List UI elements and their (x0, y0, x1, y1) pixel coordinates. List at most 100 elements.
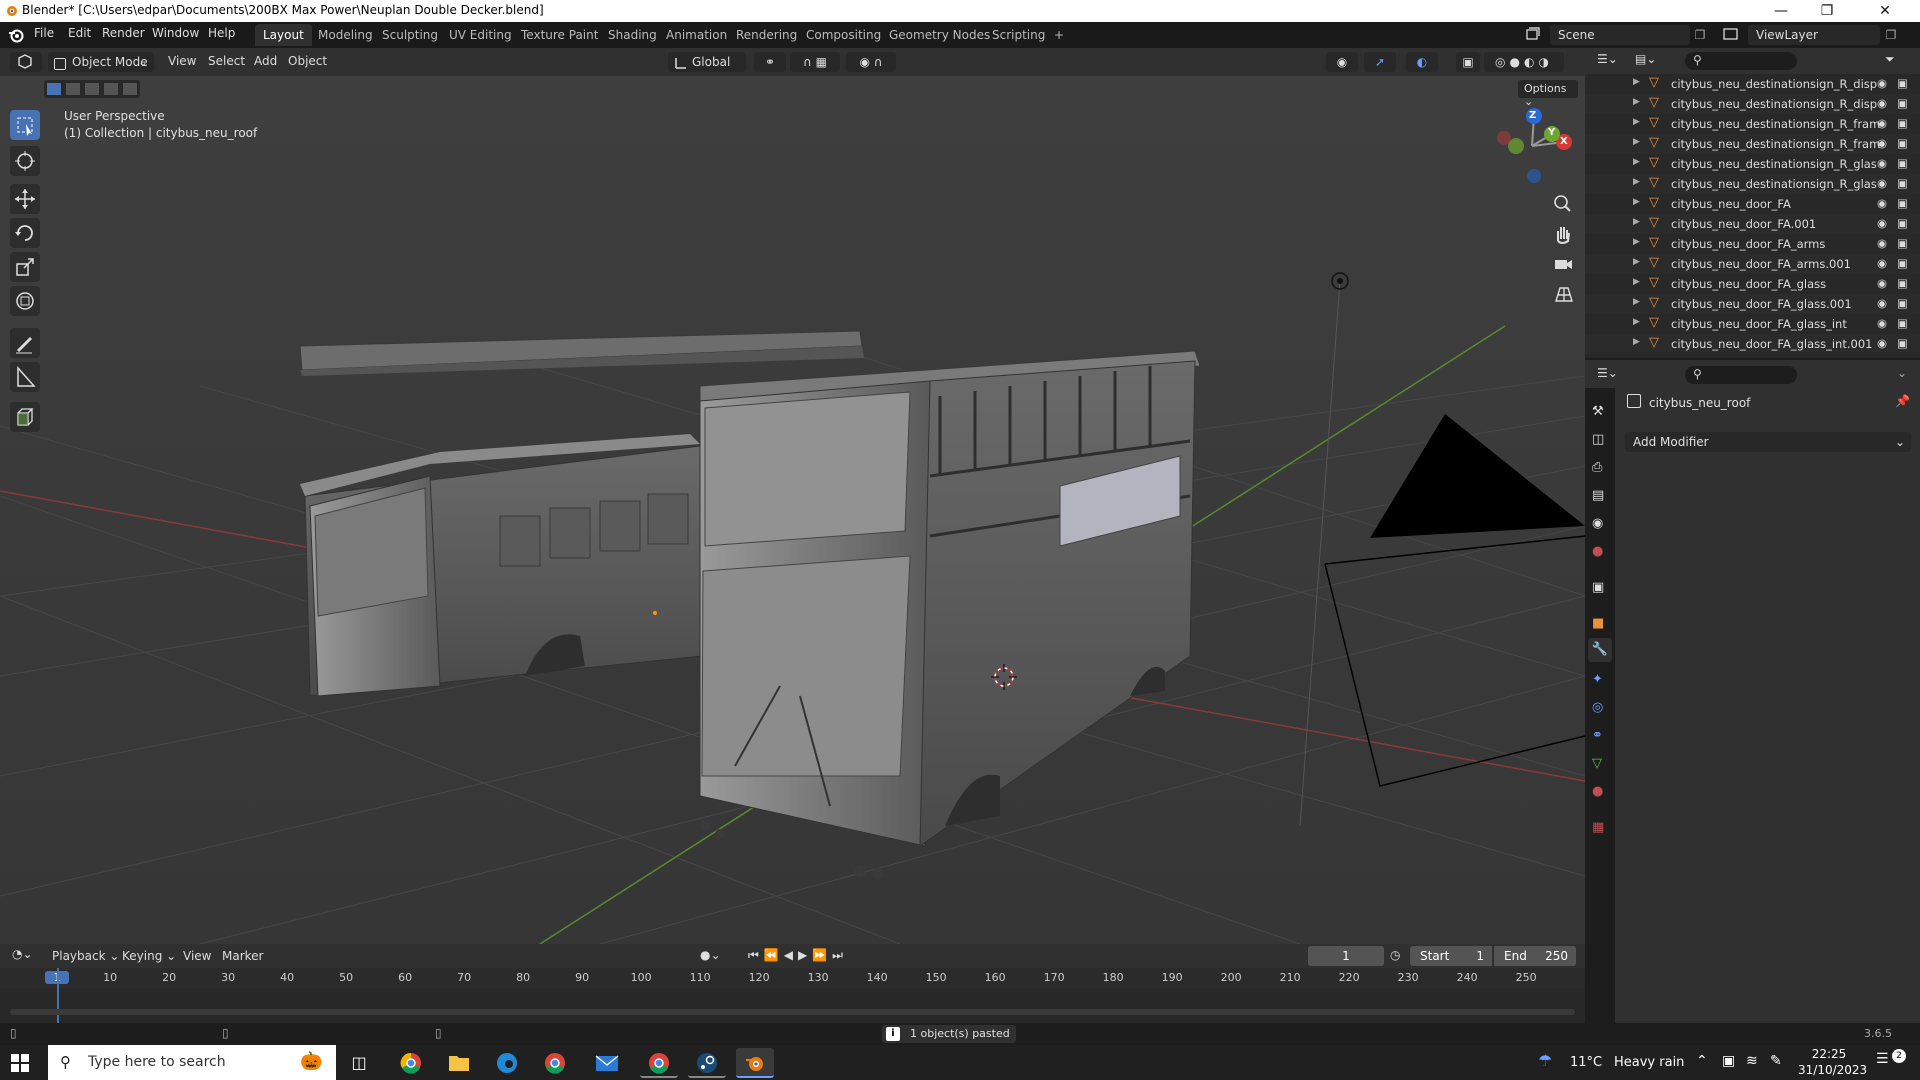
expand-arrow-icon[interactable]: ▶ (1633, 97, 1640, 107)
visibility-eye-icon[interactable]: ◉ (1877, 76, 1887, 90)
xray-icon[interactable]: ▣ (1456, 52, 1480, 72)
outliner-row[interactable]: ▶ ▽ citybus_neu_door_FA_glass ◉ ▣ (1585, 274, 1920, 294)
end-frame-field[interactable]: End 250 (1494, 946, 1576, 966)
filter-icon[interactable]: ⏷ (1885, 52, 1895, 67)
current-frame-field[interactable]: 1 (1308, 946, 1384, 966)
scene-tab-icon[interactable]: ◉ (1592, 516, 1608, 532)
task-view-icon[interactable]: ◫ (340, 1048, 378, 1078)
tab-modeling[interactable]: Modeling (310, 24, 381, 46)
render-tab-icon[interactable]: ◫ (1592, 432, 1608, 448)
outliner-row[interactable]: ▶ ▽ citybus_neu_door_FA.001 ◉ ▣ (1585, 214, 1920, 234)
menu-render[interactable]: Render (102, 26, 145, 40)
start-frame-field[interactable]: Start 1 (1410, 946, 1492, 966)
tool-tab-icon[interactable]: ⚒ (1592, 404, 1608, 420)
menu-edit[interactable]: Edit (68, 26, 91, 40)
render-camera-icon[interactable]: ▣ (1897, 276, 1908, 290)
tab-rendering[interactable]: Rendering (728, 24, 805, 46)
edge-icon[interactable] (488, 1048, 526, 1078)
tab-uv-editing[interactable]: UV Editing (441, 24, 520, 46)
new-scene-icon[interactable]: ❐ (1690, 25, 1710, 45)
wifi-icon[interactable]: ≋ (1746, 1053, 1758, 1069)
add-cube-tool[interactable] (10, 402, 40, 432)
properties-search-input[interactable]: ⚲ (1685, 366, 1797, 384)
playback-controls[interactable]: ⏮⏪◀▶⏩⏭ (748, 948, 848, 963)
render-camera-icon[interactable]: ▣ (1897, 296, 1908, 310)
chevron-up-icon[interactable]: ⌃ (1696, 1053, 1708, 1069)
blender-menu-icon[interactable] (8, 27, 24, 43)
overlays-icon[interactable]: ◐ (1406, 52, 1438, 72)
tab-sculpting[interactable]: Sculpting (374, 24, 446, 46)
select-box-tool[interactable] (10, 110, 40, 140)
timeline-scrollbar[interactable] (10, 1009, 1575, 1015)
mail-icon[interactable] (588, 1048, 626, 1078)
file-explorer-icon[interactable] (440, 1048, 478, 1078)
steam-icon[interactable] (688, 1048, 726, 1078)
weather-description[interactable]: Heavy rain (1614, 1055, 1684, 1070)
expand-arrow-icon[interactable]: ▶ (1633, 197, 1640, 207)
output-tab-icon[interactable]: ⎙ (1592, 460, 1608, 476)
visibility-eye-icon[interactable]: ◉ (1877, 296, 1887, 310)
select-mode-buttons[interactable] (44, 80, 140, 98)
visibility-eye-icon[interactable]: ◉ (1877, 136, 1887, 150)
scale-tool[interactable] (10, 252, 40, 282)
weather-temperature[interactable]: 11°C (1570, 1055, 1602, 1070)
record-icon[interactable]: ●⌄ (700, 948, 721, 962)
chrome-icon[interactable] (392, 1048, 430, 1078)
render-camera-icon[interactable]: ▣ (1897, 156, 1908, 170)
tab-geometry-nodes[interactable]: Geometry Nodes (881, 24, 998, 46)
data-tab-icon[interactable]: ▽ (1592, 756, 1608, 772)
visibility-eye-icon[interactable]: ◉ (1877, 256, 1887, 270)
menu-select[interactable]: Select (208, 54, 245, 68)
expand-arrow-icon[interactable]: ▶ (1633, 117, 1640, 127)
visibility-eye-icon[interactable]: ◉ (1877, 156, 1887, 170)
render-camera-icon[interactable]: ▣ (1897, 176, 1908, 190)
maximize-button[interactable]: ❐ (1804, 0, 1850, 22)
clock-icon[interactable]: ◷ (1390, 948, 1400, 962)
pen-icon[interactable]: ✎ (1770, 1053, 1782, 1069)
visibility-eye-icon[interactable]: ◉ (1877, 96, 1887, 110)
modifier-tab-icon[interactable]: 🔧 (1588, 638, 1612, 662)
expand-arrow-icon[interactable]: ▶ (1633, 77, 1640, 87)
object-tab-icon[interactable]: ■ (1592, 616, 1608, 632)
tab-layout[interactable]: Layout (255, 24, 312, 46)
expand-arrow-icon[interactable]: ▶ (1633, 257, 1640, 267)
tab-scripting[interactable]: Scripting (984, 24, 1053, 46)
transform-tool[interactable] (10, 286, 40, 316)
outliner-row[interactable]: ▶ ▽ citybus_neu_door_FA_glass.001 ◉ ▣ (1585, 294, 1920, 314)
tab-animation[interactable]: Animation (658, 24, 735, 46)
outliner-row[interactable]: ▶ ▽ citybus_neu_destinationsign_R_glas ◉ ▣ (1585, 174, 1920, 194)
orthographic-grid-icon[interactable] (1548, 281, 1578, 307)
windows-start-icon[interactable] (10, 1053, 30, 1073)
visibility-eye-icon[interactable]: ◉ (1877, 216, 1887, 230)
pan-hand-icon[interactable] (1548, 221, 1578, 247)
properties-editor-type-icon[interactable]: ☰⌄ (1597, 366, 1618, 380)
visibility-eye-icon[interactable]: ◉ (1877, 236, 1887, 250)
material-tab-icon[interactable]: ● (1592, 784, 1608, 800)
render-camera-icon[interactable]: ▣ (1897, 316, 1908, 330)
timeline-view-menu[interactable]: View (183, 949, 211, 963)
visibility-eye-icon[interactable]: ◉ (1877, 176, 1887, 190)
menu-add[interactable]: Add (254, 54, 277, 68)
measure-tool[interactable] (10, 362, 40, 392)
expand-arrow-icon[interactable]: ▶ (1633, 297, 1640, 307)
display-mode-icon[interactable]: ▤⌄ (1635, 52, 1665, 70)
cursor-tool[interactable] (10, 146, 40, 176)
world-tab-icon[interactable]: ● (1592, 544, 1608, 560)
expand-arrow-icon[interactable]: ▶ (1633, 157, 1640, 167)
camera-view-icon[interactable] (1548, 251, 1578, 277)
options-dropdown[interactable]: Options ⌄ (1518, 80, 1578, 108)
clock-date[interactable]: 31/10/2023 (1798, 1063, 1867, 1077)
view-layer-tab-icon[interactable]: ▤ (1592, 488, 1608, 504)
gizmo-icon[interactable]: ➚ (1364, 52, 1396, 72)
outliner-row[interactable]: ▶ ▽ citybus_neu_door_FA ◉ ▣ (1585, 194, 1920, 214)
outliner-editor-type-icon[interactable]: ☰⌄ (1597, 52, 1627, 70)
physics-tab-icon[interactable]: ◎ (1592, 700, 1608, 716)
pin-icon[interactable]: 📌 (1895, 394, 1910, 408)
tab-shading[interactable]: Shading (600, 24, 665, 46)
chrome-profile-icon[interactable] (536, 1048, 574, 1078)
render-camera-icon[interactable]: ▣ (1897, 216, 1908, 230)
chrome-window-icon[interactable] (640, 1048, 678, 1078)
blender-taskbar-icon[interactable] (736, 1048, 774, 1078)
constraints-tab-icon[interactable]: ⚭ (1592, 728, 1608, 744)
outliner-row[interactable]: ▶ ▽ citybus_neu_door_FA_glass_int.001 ◉ ▣ (1585, 334, 1920, 354)
